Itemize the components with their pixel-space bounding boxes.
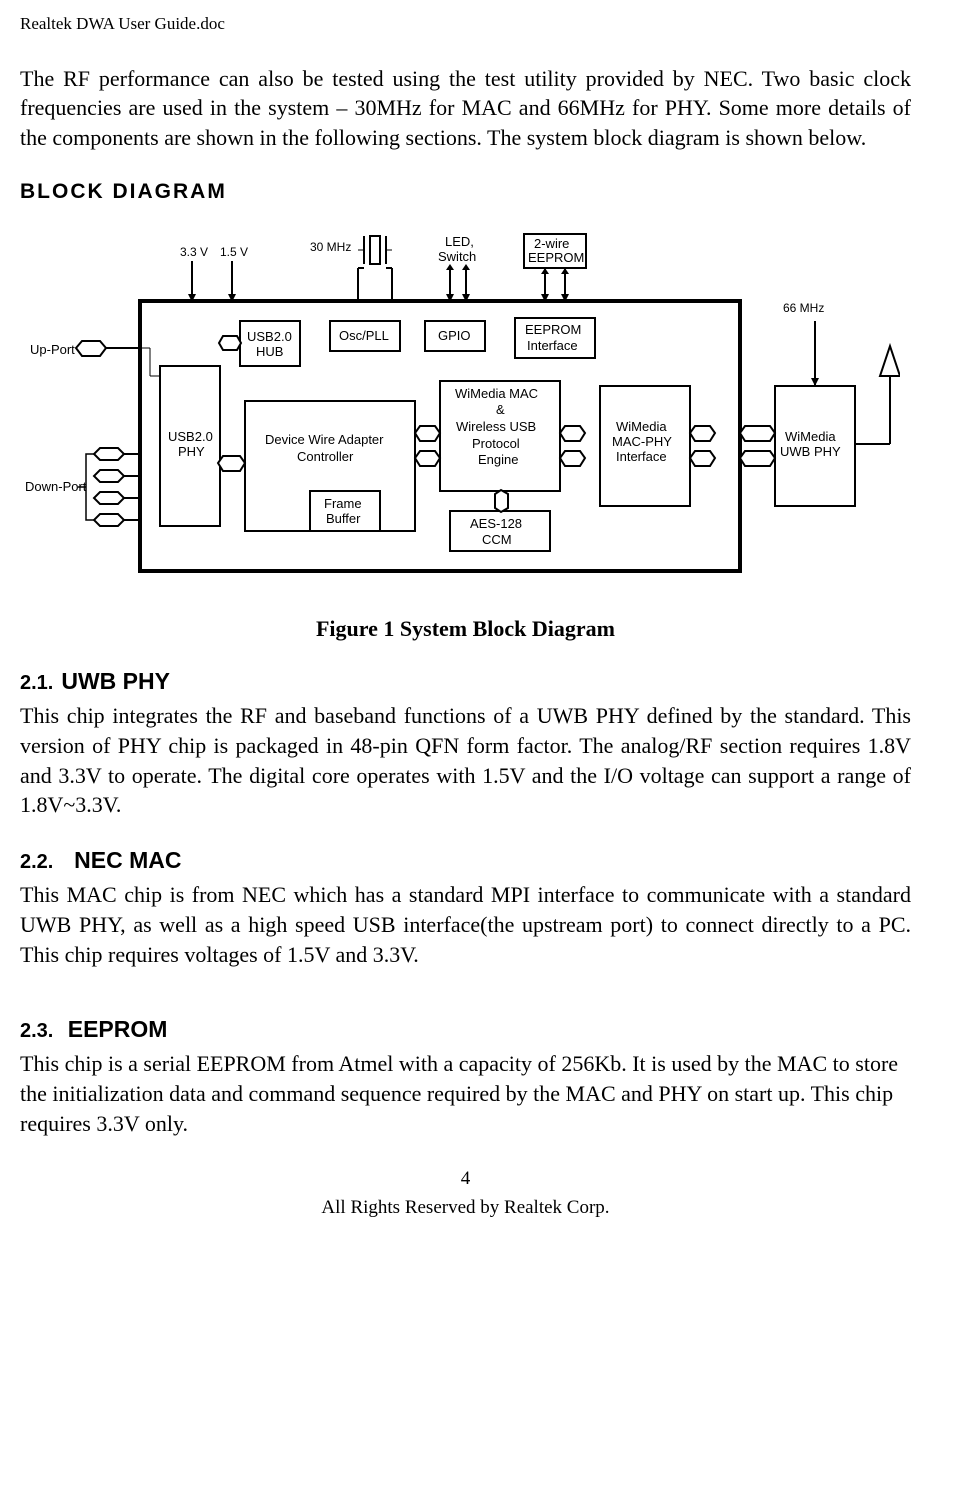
block-diagram-svg: 3.3 V 1.5 V 30 MHz LED, Switch 2-wire EE… bbox=[20, 226, 900, 596]
label-aes1: AES-128 bbox=[470, 516, 522, 531]
label-up-port: Up-Port bbox=[30, 342, 75, 357]
diagram-top-title: BLOCK DIAGRAM bbox=[20, 177, 911, 206]
label-usb2hub-1: USB2.0 bbox=[247, 329, 292, 344]
label-usb2phy-1: USB2.0 bbox=[168, 429, 213, 444]
section-title: EEPROM bbox=[68, 1016, 168, 1042]
footer-rights: All Rights Reserved by Realtek Corp. bbox=[20, 1195, 911, 1222]
intro-paragraph: The RF performance can also be tested us… bbox=[20, 64, 911, 153]
label-fb2: Buffer bbox=[326, 511, 361, 526]
doc-header: Realtek DWA User Guide.doc bbox=[20, 12, 911, 36]
label-led: LED, bbox=[445, 234, 474, 249]
section-heading-eeprom: 2.3. EEPROM bbox=[20, 1013, 911, 1045]
page-footer: 4 All Rights Reserved by Realtek Corp. bbox=[20, 1166, 911, 1221]
figure-caption: Figure 1 System Block Diagram bbox=[20, 614, 911, 645]
label-dwac1: Device Wire Adapter bbox=[265, 432, 384, 447]
label-wimac5: Engine bbox=[478, 452, 518, 467]
label-gpio: GPIO bbox=[438, 328, 471, 343]
label-wmpi2: MAC-PHY bbox=[612, 434, 672, 449]
label-eeprom-ext: EEPROM bbox=[528, 250, 584, 265]
section-num: 2.1. bbox=[20, 672, 53, 694]
section-num: 2.3. bbox=[20, 1020, 53, 1042]
section-num: 2.2. bbox=[20, 851, 53, 873]
label-aes2: CCM bbox=[482, 532, 512, 547]
label-1-5v: 1.5 V bbox=[220, 245, 248, 259]
page-number: 4 bbox=[20, 1166, 911, 1193]
label-wmpi1: WiMedia bbox=[616, 419, 667, 434]
label-dwac2: Controller bbox=[297, 449, 354, 464]
section-title: NEC MAC bbox=[74, 847, 181, 873]
section-body-uwb-phy: This chip integrates the RF and baseband… bbox=[20, 701, 911, 820]
label-wimac4: Protocol bbox=[472, 436, 520, 451]
label-3-3v: 3.3 V bbox=[180, 245, 208, 259]
section-heading-nec-mac: 2.2. NEC MAC bbox=[20, 844, 911, 876]
section-heading-uwb-phy: 2.1. UWB PHY bbox=[20, 665, 911, 697]
label-wimac3: Wireless USB bbox=[456, 419, 536, 434]
label-oscpll: Osc/PLL bbox=[339, 328, 389, 343]
section-title: UWB PHY bbox=[61, 668, 170, 694]
label-usb2hub-2: HUB bbox=[256, 344, 283, 359]
label-uwb2: UWB PHY bbox=[780, 444, 841, 459]
label-30mhz: 30 MHz bbox=[310, 240, 351, 254]
section-body-eeprom: This chip is a serial EEPROM from Atmel … bbox=[20, 1049, 911, 1138]
label-66mhz: 66 MHz bbox=[783, 301, 824, 315]
label-uwb1: WiMedia bbox=[785, 429, 836, 444]
label-wimac2: & bbox=[496, 402, 505, 417]
label-2wire: 2-wire bbox=[534, 236, 569, 251]
label-down-port: Down-Port bbox=[25, 479, 87, 494]
section-body-nec-mac: This MAC chip is from NEC which has a st… bbox=[20, 880, 911, 969]
label-switch: Switch bbox=[438, 249, 476, 264]
label-eei1: EEPROM bbox=[525, 322, 581, 337]
down-port-arrows bbox=[78, 448, 140, 526]
doc-title: Realtek DWA User Guide.doc bbox=[20, 14, 225, 33]
label-eei2: Interface bbox=[527, 338, 578, 353]
label-wmpi3: Interface bbox=[616, 449, 667, 464]
label-fb1: Frame bbox=[324, 496, 362, 511]
block-diagram-figure: BLOCK DIAGRAM 3.3 V 1.5 V 30 MHz LED, Sw… bbox=[20, 177, 911, 596]
label-wimac1: WiMedia MAC bbox=[455, 386, 538, 401]
label-usb2phy-2: PHY bbox=[178, 444, 205, 459]
